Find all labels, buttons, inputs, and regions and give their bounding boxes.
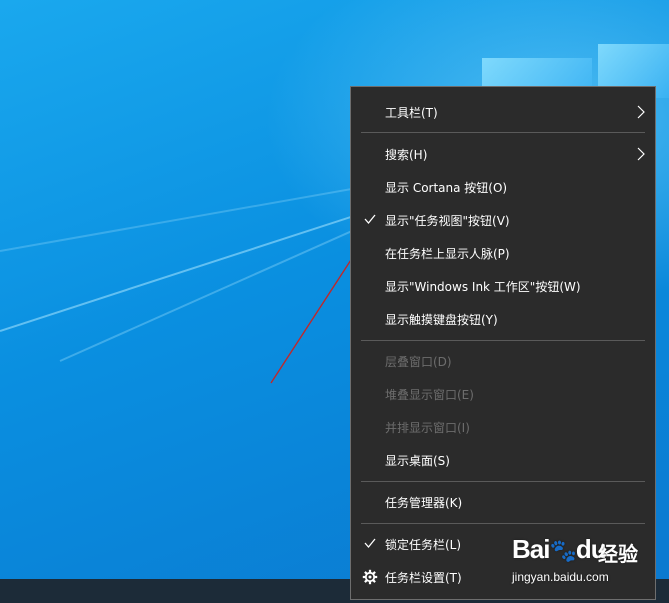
menu-item-label: 任务管理器(K) (385, 495, 463, 510)
menu-item-label: 在任务栏上显示人脉(P) (385, 246, 510, 261)
paw-icon: 🐾 (549, 538, 576, 563)
watermark-url: jingyan.baidu.com (512, 570, 609, 584)
menu-item-search[interactable]: 搜索(H) (351, 139, 655, 169)
checkmark-icon (364, 214, 376, 225)
menu-item-label: 工具栏(T) (385, 105, 438, 120)
menu-item-label: 层叠窗口(D) (385, 354, 452, 369)
menu-separator (361, 132, 645, 133)
menu-item-label: 显示 Cortana 按钮(O) (385, 180, 508, 195)
gear-icon (362, 569, 378, 585)
menu-item-label: 并排显示窗口(I) (385, 420, 470, 435)
menu-item-show-touch-keyboard[interactable]: 显示触摸键盘按钮(Y) (351, 304, 655, 334)
menu-item-stack-windows[interactable]: 堆叠显示窗口(E) (351, 379, 655, 409)
menu-item-label: 显示桌面(S) (385, 453, 450, 468)
chevron-right-icon (637, 105, 645, 119)
baidu-logo-text: Bai (512, 534, 550, 564)
menu-item-label: 锁定任务栏(L) (385, 537, 462, 552)
baidu-jingyan-watermark: Bai🐾du 经验 jingyan.baidu.com (510, 530, 660, 590)
menu-item-show-windows-ink[interactable]: 显示"Windows Ink 工作区"按钮(W) (351, 271, 655, 301)
menu-item-show-cortana[interactable]: 显示 Cortana 按钮(O) (351, 172, 655, 202)
menu-separator (361, 481, 645, 482)
checkmark-icon (364, 538, 376, 549)
menu-item-show-desktop[interactable]: 显示桌面(S) (351, 445, 655, 475)
menu-item-side-by-side-windows[interactable]: 并排显示窗口(I) (351, 412, 655, 442)
menu-item-show-people[interactable]: 在任务栏上显示人脉(P) (351, 238, 655, 268)
menu-item-toolbars[interactable]: 工具栏(T) (351, 97, 655, 127)
menu-item-label: 堆叠显示窗口(E) (385, 387, 474, 402)
menu-item-cascade-windows[interactable]: 层叠窗口(D) (351, 346, 655, 376)
taskbar-context-menu: 工具栏(T) 搜索(H) 显示 Cortana 按钮(O) 显示"任务视图"按钮… (350, 86, 656, 600)
menu-item-label: 搜索(H) (385, 147, 428, 162)
menu-item-task-manager[interactable]: 任务管理器(K) (351, 487, 655, 517)
menu-item-show-task-view[interactable]: 显示"任务视图"按钮(V) (351, 205, 655, 235)
menu-separator (361, 340, 645, 341)
menu-item-label: 显示"任务视图"按钮(V) (385, 213, 510, 228)
menu-item-label: 显示"Windows Ink 工作区"按钮(W) (385, 279, 581, 294)
chevron-right-icon (637, 147, 645, 161)
menu-item-label: 任务栏设置(T) (385, 570, 462, 585)
menu-item-label: 显示触摸键盘按钮(Y) (385, 312, 498, 327)
jingyan-label: 经验 (598, 542, 638, 566)
baidu-logo: Bai🐾du (512, 534, 607, 565)
menu-separator (361, 523, 645, 524)
